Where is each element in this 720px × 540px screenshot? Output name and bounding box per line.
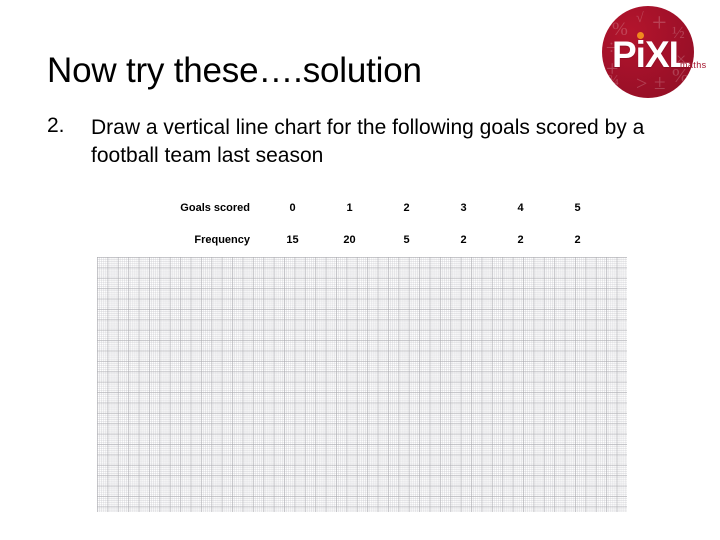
question-number: 2. bbox=[47, 114, 65, 137]
logo-brand-text: PiXL bbox=[612, 34, 691, 75]
frequency-cell-1: 20 bbox=[343, 234, 356, 246]
page-title: Now try these….solution bbox=[47, 51, 422, 90]
frequency-table: Goals scored 0 1 2 3 4 5 Frequency 15 20… bbox=[160, 192, 606, 256]
frequency-cell-2: 5 bbox=[403, 234, 410, 246]
plus-minus-icon: ± bbox=[654, 70, 666, 94]
frequency-cell-0: 15 bbox=[286, 234, 299, 246]
plus-symbol-icon: + bbox=[652, 8, 667, 37]
question-block: 2. Draw a vertical line chart for the fo… bbox=[47, 114, 657, 170]
slide-canvas: % √ + ½ ÷ + ¾ > ± % × PiXL maths Now try… bbox=[0, 0, 720, 540]
frequency-cell-5: 2 bbox=[574, 234, 581, 246]
goals-scored-cell-0: 0 bbox=[289, 202, 296, 214]
logo-dot-icon bbox=[637, 32, 644, 39]
logo-subtitle-text: maths bbox=[680, 60, 707, 70]
goals-scored-cell-5: 5 bbox=[574, 202, 581, 214]
row-label-frequency: Frequency bbox=[194, 234, 250, 246]
goals-scored-cell-1: 1 bbox=[346, 202, 353, 214]
goals-scored-cell-3: 3 bbox=[460, 202, 467, 214]
three-quarter-icon: ¾ bbox=[608, 73, 620, 89]
pixl-maths-logo: % √ + ½ ÷ + ¾ > ± % × PiXL maths bbox=[596, 2, 712, 106]
table-row: Goals scored 0 1 2 3 4 5 bbox=[160, 192, 606, 224]
table-row: Frequency 15 20 5 2 2 2 bbox=[160, 224, 606, 256]
row-label-goals-scored: Goals scored bbox=[180, 202, 250, 214]
frequency-cell-3: 2 bbox=[460, 234, 467, 246]
goals-scored-cell-4: 4 bbox=[517, 202, 524, 214]
greater-than-icon: > bbox=[636, 73, 648, 95]
frequency-cell-4: 2 bbox=[517, 234, 524, 246]
graph-paper-area bbox=[97, 257, 627, 512]
sqrt-symbol-icon: √ bbox=[636, 11, 644, 26]
question-text: Draw a vertical line chart for the follo… bbox=[91, 116, 645, 167]
goals-scored-cell-2: 2 bbox=[403, 202, 410, 214]
